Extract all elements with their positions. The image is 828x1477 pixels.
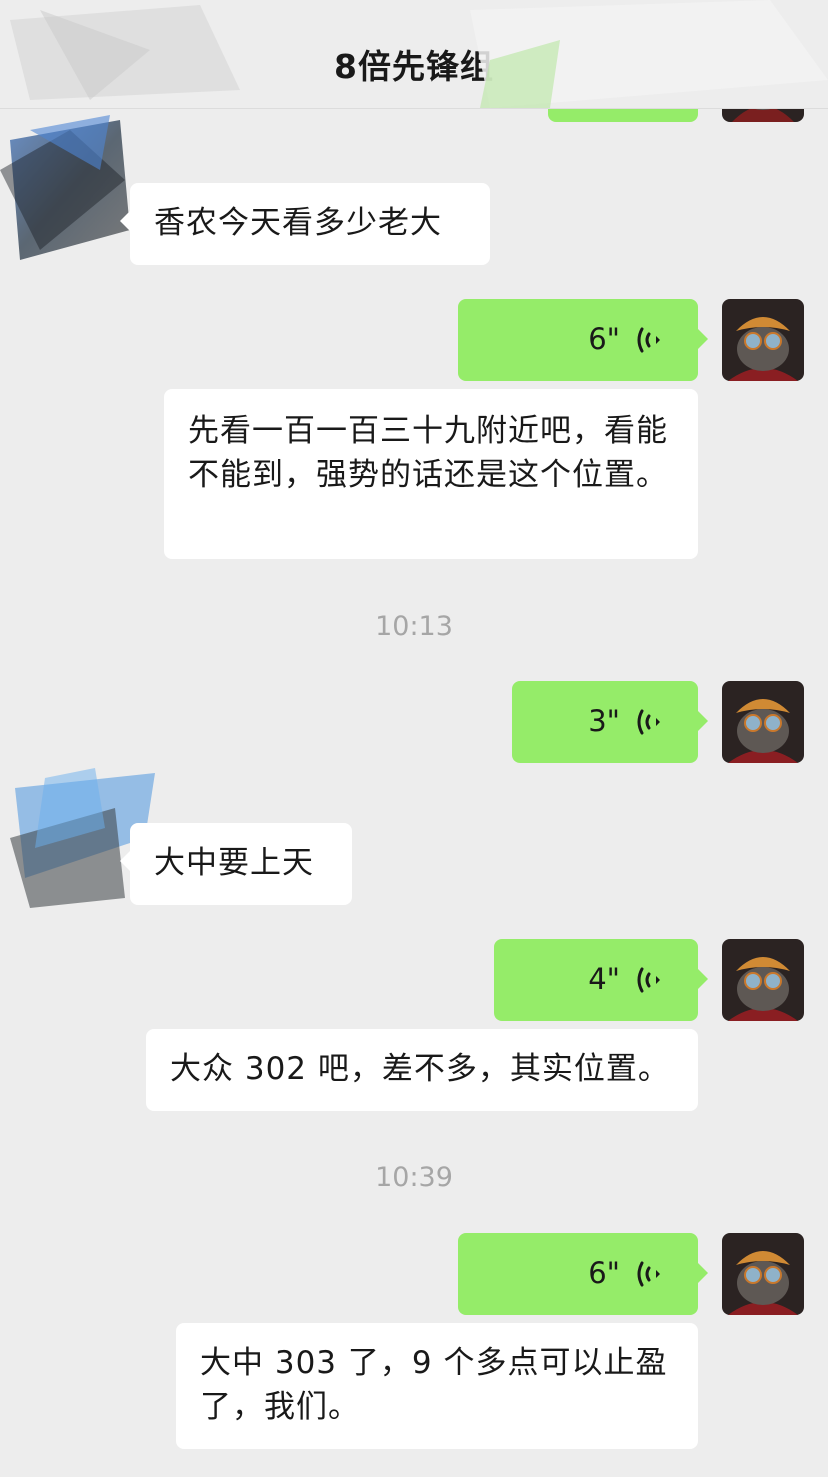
voice-duration: 4" <box>588 962 620 996</box>
received-message-bubble[interactable]: 大众 302 吧，差不多，其实位置。 <box>146 1029 698 1111</box>
voice-wave-icon <box>637 1261 660 1287</box>
avatar[interactable] <box>722 1233 804 1315</box>
avatar[interactable] <box>722 939 804 1021</box>
voice-duration: 3" <box>588 704 620 738</box>
header-scribble <box>470 0 828 108</box>
obscured-avatar <box>0 115 130 260</box>
header-scribble <box>10 5 240 100</box>
avatar[interactable] <box>722 681 804 763</box>
received-message-bubble[interactable]: 大中 303 了，9 个多点可以止盈了，我们。 <box>176 1323 698 1449</box>
message-text: 大中 303 了，9 个多点可以止盈了，我们。 <box>200 1345 668 1425</box>
voice-wave-icon <box>637 327 660 353</box>
voice-wave-icon <box>637 709 660 735</box>
cat-avatar-image <box>722 1233 804 1315</box>
voice-message-bubble[interactable]: 6" <box>458 1233 708 1315</box>
received-message-bubble[interactable]: 香农今天看多少老大 <box>120 183 490 265</box>
cat-avatar-image <box>722 299 804 381</box>
timestamp: 10:13 <box>375 611 453 642</box>
received-message-bubble[interactable]: 大中要上天 <box>120 823 352 905</box>
message-text: 先看一百一百三十九附近吧，看能不能到，强势的话还是这个位置。 <box>188 413 668 493</box>
message-text: 大众 302 吧，差不多，其实位置。 <box>170 1051 670 1087</box>
cat-avatar-image <box>722 681 804 763</box>
voice-duration: 6" <box>588 322 620 356</box>
cat-avatar-image <box>722 939 804 1021</box>
voice-duration: 6" <box>588 1256 620 1290</box>
chat-message-area[interactable]: 香农今天看多少老大 6" 先看一百一百三十九附近吧，看能不能到，强势的话还是这个… <box>0 0 828 1477</box>
avatar[interactable] <box>722 299 804 381</box>
voice-wave-icon <box>637 967 660 993</box>
voice-message-bubble[interactable]: 4" <box>494 939 708 1021</box>
message-text: 大中要上天 <box>154 845 314 881</box>
received-message-bubble[interactable]: 先看一百一百三十九附近吧，看能不能到，强势的话还是这个位置。 <box>164 389 698 559</box>
timestamp: 10:39 <box>375 1162 453 1193</box>
voice-message-bubble[interactable]: 6" <box>458 299 708 381</box>
message-text: 香农今天看多少老大 <box>154 205 442 241</box>
voice-message-bubble[interactable]: 3" <box>512 681 708 763</box>
chat-header: 8倍先锋组 <box>0 0 828 109</box>
